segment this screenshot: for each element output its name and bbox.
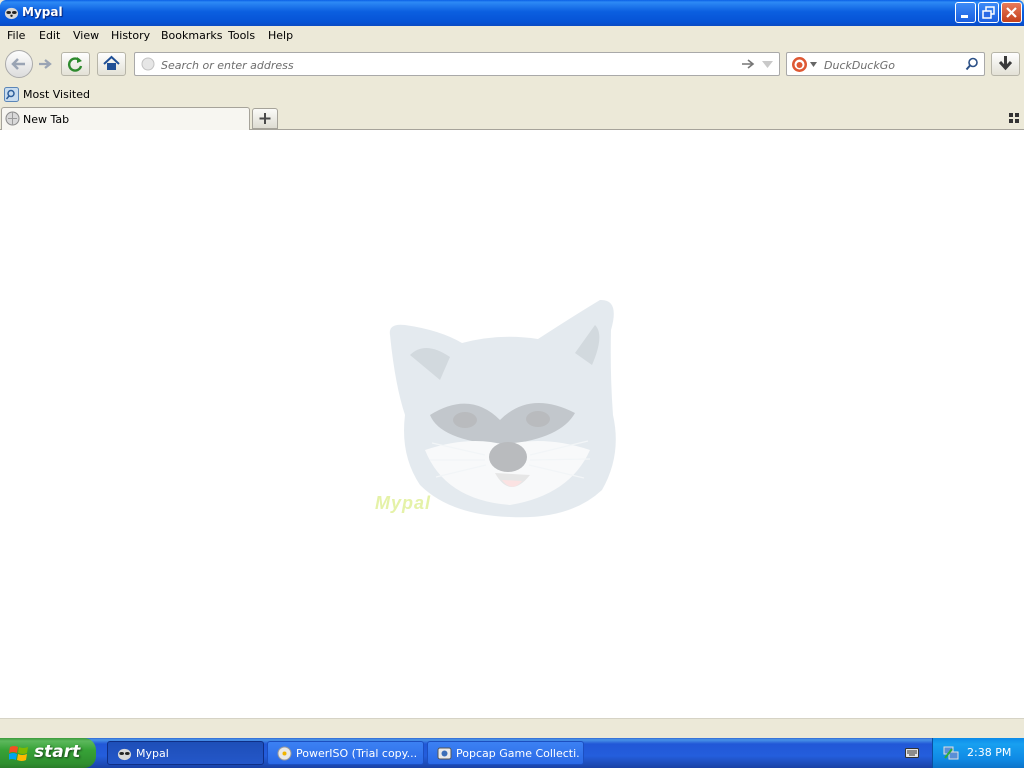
network-icon[interactable] xyxy=(943,745,959,761)
menu-file[interactable]: File xyxy=(7,29,25,42)
minimize-button[interactable] xyxy=(955,2,976,23)
restore-button[interactable] xyxy=(978,2,999,23)
tab-label: New Tab xyxy=(23,113,70,126)
taskbar-item-mypal[interactable]: Mypal xyxy=(107,741,264,765)
close-icon xyxy=(1006,7,1017,18)
reload-icon xyxy=(68,57,83,72)
keyboard-language-icon[interactable] xyxy=(905,746,919,759)
navigation-toolbar xyxy=(0,46,1024,84)
mypal-raccoon-logo xyxy=(389,299,616,518)
popcap-game-icon xyxy=(437,747,452,760)
duckduckgo-icon[interactable] xyxy=(791,56,808,73)
menu-edit[interactable]: Edit xyxy=(39,29,60,42)
title-bar[interactable]: Mypal xyxy=(0,0,1024,26)
tab-new-tab[interactable]: New Tab xyxy=(1,107,250,130)
mypal-logo-text: Mypal xyxy=(375,493,432,513)
start-button[interactable]: start xyxy=(0,738,96,768)
reload-button[interactable] xyxy=(61,52,90,76)
minimize-icon xyxy=(961,15,968,18)
forward-arrow-icon xyxy=(39,59,52,69)
tab-favicon-icon xyxy=(5,111,20,126)
home-button[interactable] xyxy=(97,52,126,76)
tab-grid-icon[interactable] xyxy=(1009,113,1019,123)
back-button[interactable] xyxy=(5,50,33,78)
menu-view[interactable]: View xyxy=(73,29,99,42)
new-tab-page: Mypal xyxy=(0,130,1024,718)
close-button[interactable] xyxy=(1001,2,1022,23)
window-title: Mypal xyxy=(22,5,63,19)
plus-icon xyxy=(259,113,271,124)
most-visited-folder-icon xyxy=(4,87,19,102)
start-label: start xyxy=(34,742,81,762)
bookmarks-toolbar: Most Visited xyxy=(0,84,1024,106)
go-arrow-icon[interactable] xyxy=(741,58,755,70)
forward-button[interactable] xyxy=(33,54,57,74)
task-label: PowerISO (Trial copy... xyxy=(296,747,418,760)
tab-bar: New Tab xyxy=(0,106,1024,130)
search-bar[interactable] xyxy=(786,52,985,76)
task-label: Popcap Game Collecti... xyxy=(456,747,580,760)
mypal-raccoon-icon xyxy=(117,748,132,761)
engine-dropdown-icon[interactable] xyxy=(810,62,817,67)
menu-tools[interactable]: Tools xyxy=(228,29,255,42)
bookmark-most-visited[interactable]: Most Visited xyxy=(3,86,93,104)
windows-logo-icon xyxy=(9,746,28,761)
search-input[interactable] xyxy=(822,56,956,74)
address-bar[interactable] xyxy=(134,52,780,76)
dropdown-arrow-icon[interactable] xyxy=(762,61,773,68)
menu-history[interactable]: History xyxy=(111,29,150,42)
task-label: Mypal xyxy=(136,747,169,760)
restore-icon xyxy=(982,6,995,19)
globe-icon xyxy=(141,57,155,71)
menu-help[interactable]: Help xyxy=(268,29,293,42)
menu-bar: File Edit View History Bookmarks Tools H… xyxy=(0,26,1024,46)
download-arrow-icon xyxy=(998,56,1013,71)
taskbar-item-popcap[interactable]: Popcap Game Collecti... xyxy=(427,741,584,765)
system-tray: 2:38 PM xyxy=(932,738,1024,768)
taskbar: start Mypal PowerISO (Trial copy... Popc… xyxy=(0,738,1024,768)
mypal-raccoon-icon xyxy=(4,7,19,20)
menu-bookmarks[interactable]: Bookmarks xyxy=(161,29,222,42)
clock: 2:38 PM xyxy=(967,746,1012,759)
status-bar xyxy=(0,718,1024,738)
home-icon xyxy=(103,55,120,70)
taskbar-item-poweriso[interactable]: PowerISO (Trial copy... xyxy=(267,741,424,765)
address-input[interactable] xyxy=(159,56,723,74)
search-icon[interactable] xyxy=(965,57,979,71)
bookmark-label: Most Visited xyxy=(23,88,90,101)
downloads-button[interactable] xyxy=(991,52,1020,76)
new-tab-button[interactable] xyxy=(252,108,278,129)
back-arrow-icon xyxy=(11,58,25,70)
poweriso-disc-icon xyxy=(277,746,292,761)
